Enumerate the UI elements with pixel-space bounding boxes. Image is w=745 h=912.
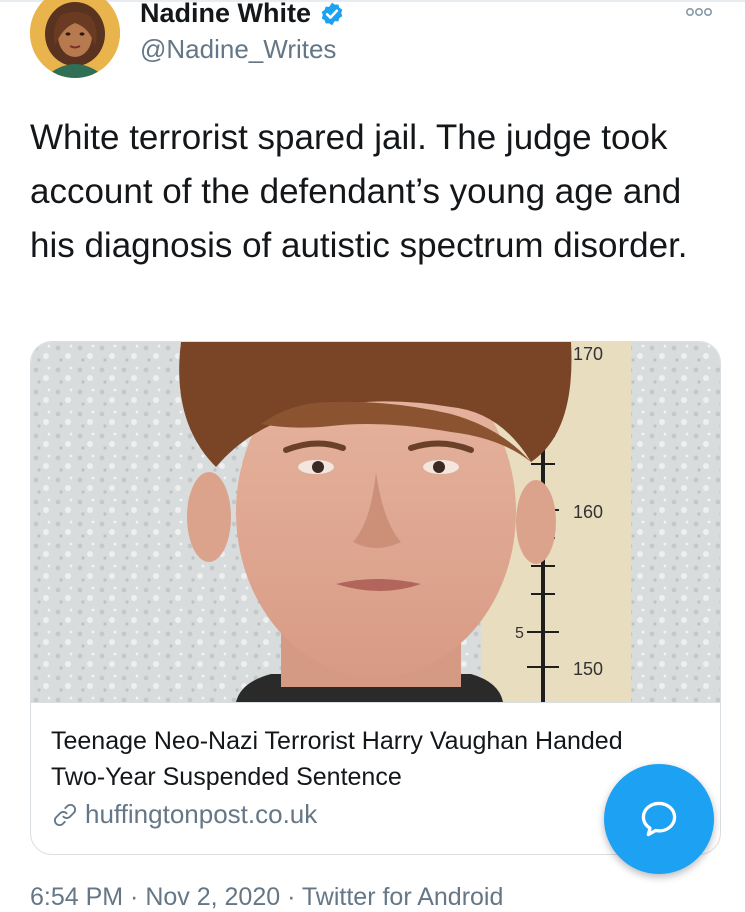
more-options-icon[interactable] [685, 4, 712, 20]
avatar-illustration [30, 0, 120, 78]
card-image[interactable]: 170 160 150 5 [31, 342, 720, 702]
tweet-text: White terrorist spared jail. The judge t… [30, 118, 688, 265]
compose-reply-button[interactable] [604, 764, 714, 874]
link-preview-card[interactable]: 170 160 150 5 Teenage Neo-Nazi Terrorist… [30, 341, 721, 855]
card-domain[interactable]: huffingtonpost.co.uk [51, 799, 317, 830]
height-label-150: 150 [573, 659, 603, 679]
height-label-170: 170 [573, 344, 603, 364]
verified-badge-icon [321, 2, 343, 25]
top-divider [0, 0, 745, 2]
display-name[interactable]: Nadine White [140, 0, 311, 29]
author-name-row[interactable]: Nadine White [140, 0, 345, 29]
avatar[interactable] [30, 0, 120, 78]
link-icon [53, 803, 77, 826]
reply-compose-icon [641, 801, 677, 837]
author-handle[interactable]: @Nadine_Writes [140, 34, 336, 65]
height-label-160: 160 [573, 502, 603, 522]
card-domain-text[interactable]: huffingtonpost.co.uk [85, 799, 317, 830]
card-divider [31, 702, 720, 703]
height-label-5: 5 [515, 625, 524, 642]
tweet-metadata: 6:54 PM · Nov 2, 2020 · Twitter for Andr… [30, 883, 504, 911]
card-title[interactable]: Teenage Neo-Nazi Terrorist Harry Vaughan… [51, 723, 651, 795]
